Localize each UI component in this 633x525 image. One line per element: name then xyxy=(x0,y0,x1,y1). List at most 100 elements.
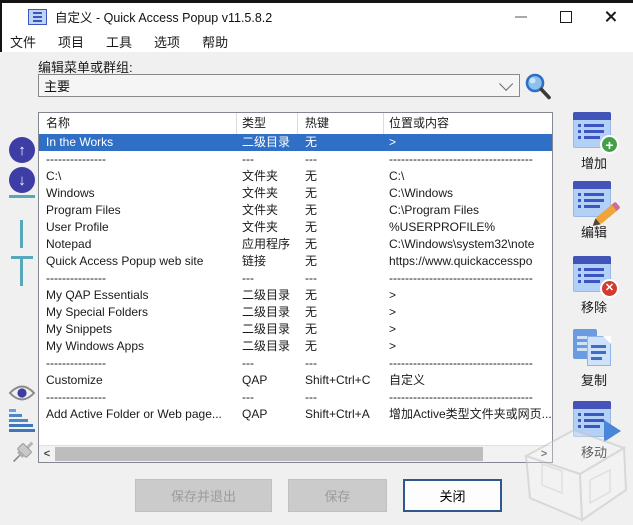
table-separator-row[interactable]: ----------------------------------------… xyxy=(39,270,552,287)
scrollbar-track[interactable] xyxy=(55,446,536,462)
move-up-button[interactable]: ↑ xyxy=(9,137,35,163)
title-bar[interactable]: 自定义 - Quick Access Popup v11.5.8.2 xyxy=(2,3,633,30)
move-label: 移动 xyxy=(581,442,607,461)
cell-name: --------------- xyxy=(39,151,237,168)
move-button[interactable]: 移动 xyxy=(562,401,626,461)
menu-select-combobox[interactable]: 主要 xyxy=(38,74,520,97)
cell-location: 自定义 xyxy=(384,372,552,389)
move-down-button[interactable]: ↓ xyxy=(9,167,35,193)
cell-location: > xyxy=(384,304,552,321)
cell-type: 二级目录 xyxy=(237,287,298,304)
minimize-icon xyxy=(515,16,527,18)
close-dialog-button[interactable]: 关闭 xyxy=(403,479,502,512)
table-row[interactable]: C:\文件夹无C:\ xyxy=(39,168,552,185)
column-header-location[interactable]: 位置或内容 xyxy=(384,113,552,134)
search-menu-button[interactable] xyxy=(524,72,552,100)
table-separator-row[interactable]: ----------------------------------------… xyxy=(39,355,552,372)
horizontal-separator-button[interactable] xyxy=(9,194,35,220)
table-row[interactable]: Quick Access Popup web site链接无https://ww… xyxy=(39,253,552,270)
horizontal-line-icon xyxy=(9,195,35,198)
menu-bar: 文件 项目 工具 选项 帮助 xyxy=(2,30,633,52)
column-break-button[interactable] xyxy=(9,254,35,288)
copy-button[interactable]: 复制 xyxy=(562,327,626,389)
cell-name: Customize xyxy=(39,372,237,389)
pin-button[interactable] xyxy=(8,437,38,467)
cell-hotkey: 无 xyxy=(298,236,384,253)
cell-location: ------------------------------------ xyxy=(384,355,552,372)
cell-type: QAP xyxy=(237,372,298,389)
horizontal-scrollbar[interactable]: < > xyxy=(39,445,552,462)
table-row[interactable]: My Snippets二级目录无> xyxy=(39,321,552,338)
cell-hotkey: Shift+Ctrl+C xyxy=(298,372,384,389)
cell-location: C:\Windows xyxy=(384,185,552,202)
close-button[interactable] xyxy=(588,3,633,30)
visibility-button[interactable] xyxy=(8,384,36,402)
minimize-button[interactable] xyxy=(498,3,543,30)
cell-hotkey: 无 xyxy=(298,134,384,151)
cell-type: 文件夹 xyxy=(237,168,298,185)
table-row[interactable]: Program Files文件夹无C:\Program Files xyxy=(39,202,552,219)
menu-file[interactable]: 文件 xyxy=(2,32,47,51)
app-icon xyxy=(28,9,47,25)
menu-item[interactable]: 项目 xyxy=(47,32,95,51)
cell-name: C:\ xyxy=(39,168,237,185)
cell-type: --- xyxy=(237,151,298,168)
table-row[interactable]: My QAP Essentials二级目录无> xyxy=(39,287,552,304)
save-button[interactable]: 保存 xyxy=(288,479,387,512)
cell-type: 文件夹 xyxy=(237,185,298,202)
cell-type: 应用程序 xyxy=(237,236,298,253)
cell-hotkey: --- xyxy=(298,151,384,168)
cell-name: My Special Folders xyxy=(39,304,237,321)
scrollbar-thumb[interactable] xyxy=(55,447,483,461)
remove-button[interactable]: ✕ 移除 xyxy=(562,256,626,316)
cell-type: 二级目录 xyxy=(237,304,298,321)
maximize-icon xyxy=(560,11,572,23)
cell-type: 文件夹 xyxy=(237,202,298,219)
cell-name: --------------- xyxy=(39,270,237,287)
table-row[interactable]: Add Active Folder or Web page...QAPShift… xyxy=(39,406,552,423)
vertical-separator-button[interactable] xyxy=(9,219,35,249)
cell-location: 增加Active类型文件夹或网页... xyxy=(384,406,552,423)
table-rows: In the Works二级目录无>----------------------… xyxy=(39,134,552,446)
cell-hotkey: Shift+Ctrl+A xyxy=(298,406,384,423)
remove-icon: ✕ xyxy=(573,256,615,294)
cell-hotkey: 无 xyxy=(298,338,384,355)
scroll-right-icon[interactable]: > xyxy=(536,446,552,462)
menu-help[interactable]: 帮助 xyxy=(191,32,239,51)
sort-bars-icon xyxy=(9,409,16,412)
magnifier-icon xyxy=(524,72,552,100)
table-row[interactable]: My Special Folders二级目录无> xyxy=(39,304,552,321)
table-separator-row[interactable]: ----------------------------------------… xyxy=(39,151,552,168)
cell-location: C:\ xyxy=(384,168,552,185)
scroll-left-icon[interactable]: < xyxy=(39,446,55,462)
x-icon: ✕ xyxy=(600,279,619,298)
add-button[interactable]: + 增加 xyxy=(562,112,626,172)
table-row[interactable]: User Profile文件夹无%USERPROFILE% xyxy=(39,219,552,236)
table-separator-row[interactable]: ----------------------------------------… xyxy=(39,389,552,406)
plus-icon: + xyxy=(600,135,619,154)
column-header-hotkey[interactable]: 热键 xyxy=(298,113,384,134)
table-row[interactable]: My Windows Apps二级目录无> xyxy=(39,338,552,355)
sort-button[interactable] xyxy=(9,409,35,433)
table-row[interactable]: Notepad应用程序无C:\Windows\system32\note xyxy=(39,236,552,253)
arrow-right-icon xyxy=(604,420,621,442)
menu-tools[interactable]: 工具 xyxy=(95,32,143,51)
edit-icon xyxy=(573,181,615,219)
cell-location: > xyxy=(384,338,552,355)
save-and-exit-button[interactable]: 保存并退出 xyxy=(135,479,272,512)
column-header-type[interactable]: 类型 xyxy=(237,113,298,134)
column-header-name[interactable]: 名称 xyxy=(39,113,237,134)
up-arrow-icon: ↑ xyxy=(18,142,26,159)
cell-hotkey: --- xyxy=(298,270,384,287)
cell-name: Windows xyxy=(39,185,237,202)
menu-options[interactable]: 选项 xyxy=(143,32,191,51)
table-row[interactable]: In the Works二级目录无> xyxy=(39,134,552,151)
cell-type: 链接 xyxy=(237,253,298,270)
cell-hotkey: 无 xyxy=(298,287,384,304)
maximize-button[interactable] xyxy=(543,3,588,30)
cell-name: My Windows Apps xyxy=(39,338,237,355)
edit-button[interactable]: 编辑 xyxy=(562,181,626,241)
table-row[interactable]: CustomizeQAPShift+Ctrl+C自定义 xyxy=(39,372,552,389)
cell-type: 二级目录 xyxy=(237,321,298,338)
table-row[interactable]: Windows文件夹无C:\Windows xyxy=(39,185,552,202)
